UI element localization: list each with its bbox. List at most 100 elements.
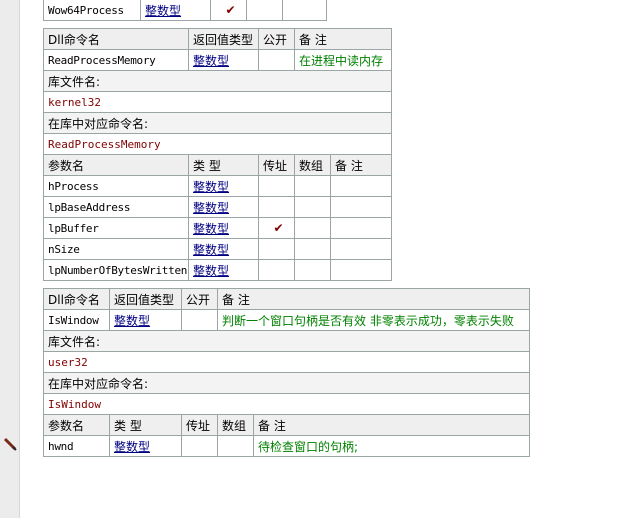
table-row: nSize 整数型 [43,238,393,260]
param-type: 整数型 [188,217,259,239]
type-link[interactable]: 整数型 [193,264,229,278]
checkmark-icon: ✔ [273,221,284,235]
remark-cell[interactable] [329,175,393,197]
command-name[interactable]: ReadProcessMemory [43,49,189,71]
array-cell[interactable] [246,0,283,21]
byref-cell[interactable]: ✔ [258,217,295,239]
remark-cell[interactable]: 待检查窗口的句柄; [252,435,531,457]
param-table-fragment: Wow64Process 整数型 ✔ [43,0,327,21]
header-array: 数组 [217,414,254,436]
param-name[interactable]: lpBaseAddress [43,196,189,218]
table-row: kernel32 [42,91,393,113]
table-row: 在库中对应命令名: [42,112,393,134]
array-cell[interactable] [294,217,331,239]
param-name[interactable]: lpNumberOfBytesWritten [43,259,189,281]
header-array: 数组 [294,154,331,176]
array-cell[interactable] [294,238,331,260]
table-header-row: Dll命令名 返回值类型 公开 备 注 [43,28,393,50]
header-dll-cmd: Dll命令名 [43,288,110,310]
return-type-cell: 整数型 [188,49,259,71]
param-name[interactable]: hwnd [43,435,110,457]
checkmark-icon: ✔ [225,3,236,17]
array-cell[interactable] [294,196,331,218]
param-name[interactable]: hProcess [43,175,189,197]
header-param-remark: 备 注 [252,414,531,436]
param-name[interactable]: lpBuffer [43,217,189,239]
table-header-row: Dll命令名 返回值类型 公开 备 注 [43,288,531,310]
public-cell[interactable] [181,309,218,331]
header-dll-cmd: Dll命令名 [43,28,189,50]
byref-cell[interactable] [258,238,295,260]
byref-cell[interactable] [258,259,295,281]
param-header-row: 参数名 类 型 传址 数组 备 注 [43,414,531,436]
header-param-name: 参数名 [43,414,110,436]
lib-file-label: 库文件名: [42,70,393,92]
lib-file-label: 库文件名: [42,330,531,352]
command-remark[interactable]: 在进程中读内存 [293,49,393,71]
type-link[interactable]: 整数型 [193,54,229,68]
header-byref: 传址 [181,414,218,436]
type-link[interactable]: 整数型 [193,201,229,215]
lib-cmd-label: 在库中对应命令名: [42,372,531,394]
byref-cell[interactable]: ✔ [210,0,247,21]
lib-cmd-value[interactable]: ReadProcessMemory [42,133,393,155]
type-link[interactable]: 整数型 [193,222,229,236]
command-name[interactable]: IsWindow [43,309,110,331]
param-type: 整数型 [188,175,259,197]
remark-cell[interactable] [329,238,393,260]
lib-cmd-label: 在库中对应命令名: [42,112,393,134]
public-cell[interactable] [258,49,295,71]
param-type: 整数型 [140,0,211,21]
header-byref: 传址 [258,154,295,176]
type-link[interactable]: 整数型 [193,180,229,194]
table-row: 库文件名: [42,70,393,92]
header-param-remark: 备 注 [329,154,393,176]
table-row: hwnd 整数型 待检查窗口的句柄; [43,435,531,457]
table-row: lpBuffer 整数型 ✔ [43,217,393,239]
param-name[interactable]: nSize [43,238,189,260]
table-row: ReadProcessMemory 整数型 在进程中读内存 [43,49,393,71]
table-row: 库文件名: [42,330,531,352]
header-param-name: 参数名 [43,154,189,176]
remark-cell[interactable] [329,259,393,281]
param-type: 整数型 [188,238,259,260]
table-row: ReadProcessMemory [42,133,393,155]
param-header-row: 参数名 类 型 传址 数组 备 注 [43,154,393,176]
array-cell[interactable] [217,435,254,457]
byref-cell[interactable] [181,435,218,457]
return-type-cell: 整数型 [109,309,182,331]
header-public: 公开 [181,288,218,310]
lib-file-value[interactable]: user32 [42,351,531,373]
table-row: hProcess 整数型 [43,175,393,197]
byref-cell[interactable] [258,196,295,218]
param-type: 整数型 [188,259,259,281]
pencil-edit-icon [3,437,17,451]
table-row: lpBaseAddress 整数型 [43,196,393,218]
byref-cell[interactable] [258,175,295,197]
header-public: 公开 [258,28,295,50]
table-row: IsWindow [42,393,531,415]
type-link[interactable]: 整数型 [145,4,181,18]
array-cell[interactable] [294,175,331,197]
header-type: 类 型 [109,414,182,436]
remark-cell[interactable] [329,196,393,218]
lib-file-value[interactable]: kernel32 [42,91,393,113]
command-remark[interactable]: 判断一个窗口句柄是否有效 非零表示成功，零表示失败 [216,309,531,331]
param-type: 整数型 [109,435,182,457]
table-row: user32 [42,351,531,373]
type-link[interactable]: 整数型 [114,440,150,454]
type-link[interactable]: 整数型 [114,314,150,328]
dll-command-table-readprocessmemory: Dll命令名 返回值类型 公开 备 注 ReadProcessMemory 整数… [42,28,393,281]
table-row: Wow64Process 整数型 ✔ [43,0,327,21]
param-name: Wow64Process [43,0,141,21]
table-row: IsWindow 整数型 判断一个窗口句柄是否有效 非零表示成功，零表示失败 [43,309,531,331]
remark-cell[interactable] [329,217,393,239]
remark-cell [282,0,327,21]
dll-command-table-iswindow: Dll命令名 返回值类型 公开 备 注 IsWindow 整数型 判断一个窗口句… [42,288,531,457]
lib-cmd-value[interactable]: IsWindow [42,393,531,415]
header-remark: 备 注 [293,28,393,50]
type-link[interactable]: 整数型 [193,243,229,257]
array-cell[interactable] [294,259,331,281]
table-row: lpNumberOfBytesWritten 整数型 [43,259,393,281]
table-row: 在库中对应命令名: [42,372,531,394]
